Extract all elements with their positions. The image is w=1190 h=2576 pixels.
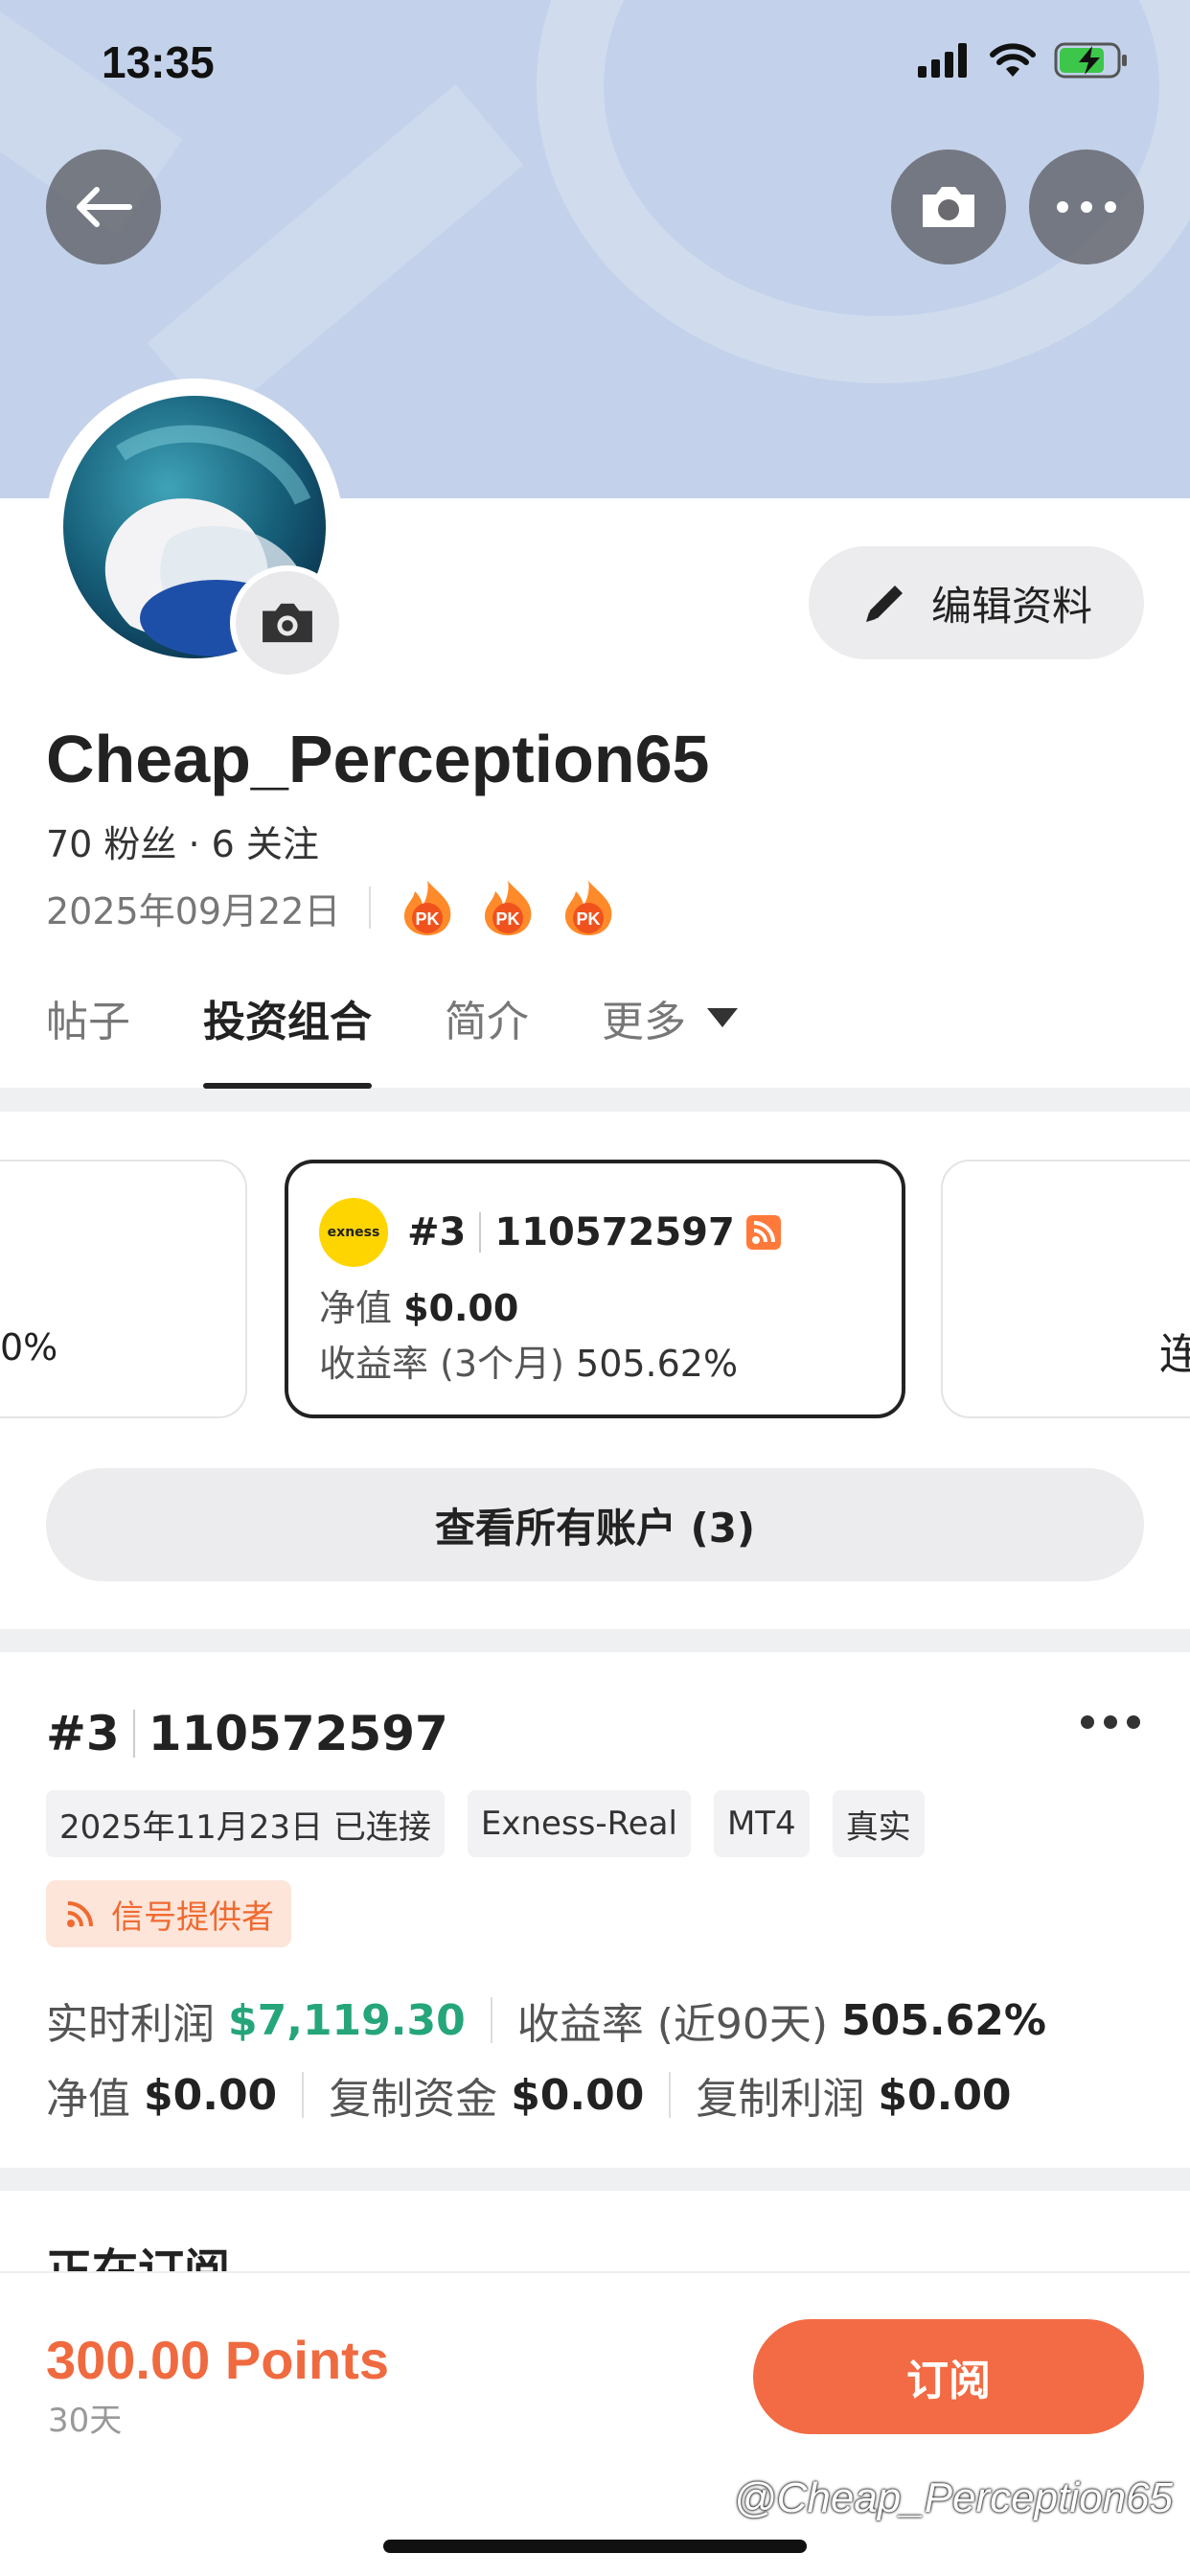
- camera-icon: [923, 187, 974, 227]
- return-90d-value: 505.62%: [841, 1995, 1046, 2045]
- signal-rss-icon: [745, 1215, 781, 1250]
- tag-connected-date: 2025年11月23日 已连接: [46, 1790, 445, 1857]
- account-card-next[interactable]: 连: [941, 1160, 1190, 1418]
- wifi-icon: [990, 43, 1036, 77]
- join-date: 2025年09月22日: [46, 889, 341, 932]
- subscription-period: 30天: [48, 2402, 123, 2440]
- copy-profit-value: $0.00: [878, 2070, 1012, 2120]
- subscribe-button[interactable]: 订阅: [753, 2319, 1144, 2434]
- account-tags: 2025年11月23日 已连接 Exness-Real MT4 真实: [46, 1790, 925, 1857]
- tab-portfolio[interactable]: 投资组合: [203, 987, 372, 1089]
- account-card-active[interactable]: exness #3 110572597 净值 $0.00 收益率 (3个月) 5…: [285, 1160, 905, 1418]
- status-bar: 13:35: [0, 0, 1190, 125]
- pk-flame-badge-icon[interactable]: PK: [398, 878, 457, 937]
- tab-more[interactable]: 更多: [602, 987, 740, 1048]
- divider: [479, 1212, 482, 1253]
- equity-value: $0.00: [403, 1287, 519, 1329]
- return-label: 收益率 (3个月): [319, 1343, 564, 1385]
- return-90d-label: 收益率 (近90天): [516, 2000, 829, 2049]
- pk-badge-text: PK: [577, 909, 601, 929]
- account-card-equity: 净值 $0.00: [319, 1278, 518, 1331]
- account-card-header: exness #3 110572597: [319, 1198, 781, 1267]
- pk-flame-badge-icon[interactable]: PK: [559, 878, 618, 937]
- pk-badge-text: PK: [416, 909, 440, 929]
- account-card-prev[interactable]: 0%: [0, 1160, 247, 1418]
- camera-icon: [263, 603, 312, 643]
- banner-decoration: [147, 83, 524, 425]
- equity-value: $0.00: [144, 2070, 278, 2120]
- avatar-camera-button[interactable]: [230, 565, 345, 680]
- status-time: 13:35: [102, 37, 215, 87]
- cellular-signal-icon: [918, 43, 967, 78]
- tag-platform: MT4: [713, 1790, 810, 1857]
- caret-down-icon: [707, 1008, 738, 1027]
- account-card-index: #3: [407, 1210, 467, 1254]
- realtime-profit-value: $7,119.30: [228, 1995, 466, 2045]
- account-card-return: 收益率 (3个月) 505.62%: [319, 1334, 738, 1387]
- divider: [302, 2072, 305, 2118]
- realtime-profit-label: 实时利润: [46, 2000, 215, 2049]
- pk-badge-text: PK: [496, 909, 520, 929]
- account-title: #3 110572597: [46, 1706, 448, 1761]
- profile-tabs: 帖子 投资组合 简介 更多: [46, 987, 812, 1089]
- status-icons: [918, 42, 1129, 79]
- edit-profile-button[interactable]: 编辑资料: [809, 546, 1144, 659]
- more-options-button[interactable]: [1029, 150, 1144, 264]
- copy-funds-label: 复制资金: [329, 2075, 498, 2124]
- dot: [1081, 1715, 1094, 1729]
- rss-icon: [67, 1901, 93, 1927]
- pk-flame-badge-icon[interactable]: PK: [478, 878, 538, 937]
- dot: [1104, 1715, 1117, 1729]
- tab-posts[interactable]: 帖子: [46, 987, 130, 1048]
- signal-provider-badge: 信号提供者: [46, 1880, 291, 1947]
- account-index: #3: [46, 1706, 120, 1761]
- divider: [132, 1710, 135, 1758]
- tab-more-label: 更多: [602, 998, 686, 1046]
- tab-bio[interactable]: 简介: [445, 987, 529, 1048]
- subscribe-bar: 300.00 Points 30天 订阅 @Cheap_Perception65: [0, 2271, 1190, 2576]
- copy-profit-label: 复制利润: [696, 2075, 865, 2124]
- return-value: 505.62%: [576, 1343, 739, 1385]
- signal-provider-label: 信号提供者: [111, 1898, 274, 1937]
- account-more-button[interactable]: [1081, 1715, 1140, 1729]
- equity-label: 净值: [46, 2075, 130, 2124]
- more-horizontal-icon: [1057, 201, 1116, 213]
- equity-label: 净值: [319, 1287, 393, 1329]
- account-stats-row-1: 实时利润 $7,119.30 收益率 (近90天) 505.62%: [46, 1990, 1046, 2051]
- view-all-accounts-button[interactable]: 查看所有账户 (3): [46, 1468, 1144, 1581]
- dot: [1127, 1715, 1140, 1729]
- back-button[interactable]: [46, 150, 161, 264]
- pencil-icon: [865, 586, 903, 622]
- divider: [369, 886, 372, 929]
- account-stats-row-2: 净值 $0.00 复制资金 $0.00 复制利润 $0.00: [46, 2064, 1012, 2126]
- profile-name: Cheap_Perception65: [46, 722, 710, 796]
- copy-funds-value: $0.00: [511, 2070, 645, 2120]
- divider: [490, 1997, 492, 2043]
- account-card-peek-text: 0%: [0, 1326, 58, 1368]
- account-card-peek-text: 连: [1159, 1320, 1190, 1381]
- divider: [669, 2072, 672, 2118]
- camera-button[interactable]: [891, 150, 1006, 264]
- account-card-number: 110572597: [494, 1210, 735, 1254]
- account-number: 110572597: [148, 1706, 448, 1761]
- tag-server: Exness-Real: [467, 1790, 691, 1857]
- exness-logo: exness: [319, 1198, 388, 1267]
- home-indicator[interactable]: [383, 2540, 807, 2553]
- subscription-price: 300.00 Points: [46, 2330, 389, 2390]
- edit-profile-label: 编辑资料: [930, 582, 1092, 630]
- follow-stats[interactable]: 70 粉丝 · 6 关注: [46, 815, 319, 867]
- tag-account-type: 真实: [832, 1790, 925, 1857]
- profile-meta-row: 2025年09月22日 PK PK PK: [46, 878, 639, 937]
- arrow-left-icon: [77, 187, 132, 227]
- battery-charging-icon: [1054, 42, 1127, 79]
- watermark: @Cheap_Perception65: [733, 2474, 1173, 2521]
